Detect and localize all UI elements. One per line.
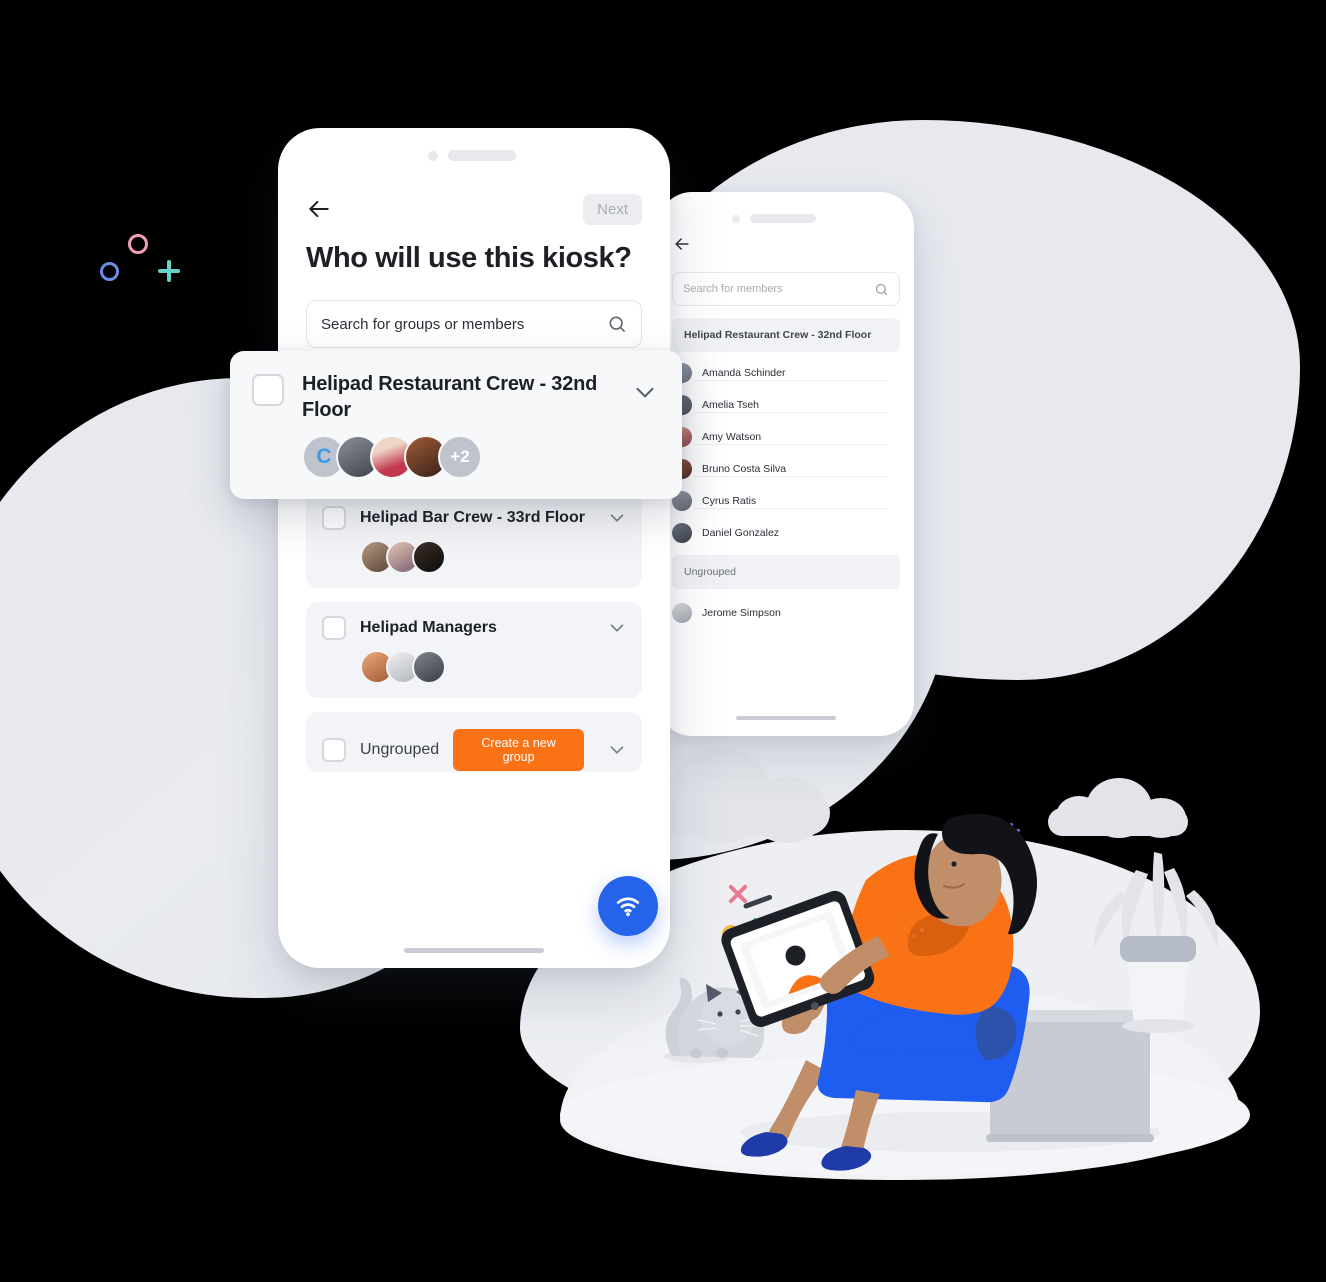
chevron-down-icon[interactable] <box>606 507 628 529</box>
group-row-managers[interactable]: Helipad Managers <box>306 602 642 698</box>
avatar <box>672 523 692 543</box>
highlighted-group-card[interactable]: Helipad Restaurant Crew - 32nd Floor C +… <box>230 351 682 499</box>
deco-ring-blue <box>100 262 119 281</box>
member-name: Cyrus Ratis <box>702 495 757 507</box>
search-value: Search for groups or members <box>321 315 525 333</box>
group-row-bar-crew[interactable]: Helipad Bar Crew - 33rd Floor <box>306 492 642 588</box>
chevron-down-icon[interactable] <box>606 739 628 761</box>
member-section-header-0: Helipad Restaurant Crew - 32nd Floor <box>672 318 900 352</box>
avatar <box>412 650 446 684</box>
speaker-bar-icon <box>448 150 516 161</box>
camera-dot-icon <box>428 150 438 161</box>
divider <box>694 412 886 413</box>
speaker-bar-icon <box>750 214 816 223</box>
divider <box>694 508 886 509</box>
back-button-secondary[interactable] <box>672 234 692 254</box>
member-name: Daniel Gonzalez <box>702 527 780 539</box>
member-name: Amanda Schinder <box>702 367 786 379</box>
avatar <box>412 540 446 574</box>
group-checkbox[interactable] <box>322 506 346 530</box>
group-avatars-highlighted: C +2 <box>302 435 660 479</box>
group-name-highlighted: Helipad Restaurant Crew - 32nd Floor <box>302 373 598 421</box>
scene: Search for members Helipad Restaurant Cr… <box>0 0 1326 1282</box>
group-checkbox-highlighted[interactable] <box>252 374 284 406</box>
next-button[interactable]: Next <box>583 194 642 225</box>
search-input-groups[interactable]: Search for groups or members <box>306 300 642 348</box>
group-name: Helipad Bar Crew - 33rd Floor <box>360 509 585 526</box>
member-row[interactable]: Amanda Schinder <box>672 357 886 389</box>
member-row[interactable]: Amelia Tseh <box>672 389 886 421</box>
arrow-left-icon <box>309 200 329 218</box>
chevron-down-icon[interactable] <box>606 617 628 639</box>
create-new-group-button[interactable]: Create a new group <box>453 729 584 771</box>
avatar-overflow: +2 <box>438 435 482 479</box>
group-row-ungrouped[interactable]: Ungrouped Create a new group <box>306 712 642 772</box>
secondary-phone: Search for members Helipad Restaurant Cr… <box>658 192 914 736</box>
member-name: Amy Watson <box>702 431 762 443</box>
back-button[interactable] <box>306 196 332 222</box>
search-placeholder-members: Search for members <box>683 283 783 295</box>
camera-dot-icon <box>732 214 740 223</box>
member-row[interactable]: Amy Watson <box>672 421 886 453</box>
member-row[interactable]: Cyrus Ratis <box>672 485 886 517</box>
group-name: Helipad Managers <box>360 619 497 636</box>
arrow-left-icon <box>675 238 689 250</box>
search-icon <box>609 316 625 332</box>
member-row[interactable]: Bruno Costa Silva <box>672 453 886 485</box>
home-indicator <box>404 948 544 953</box>
member-name: Amelia Tseh <box>702 399 760 411</box>
group-checkbox[interactable] <box>322 738 346 762</box>
member-name: Jerome Simpson <box>702 607 781 619</box>
deco-ring-pink <box>128 234 148 254</box>
search-input-members[interactable]: Search for members <box>672 272 900 306</box>
avatar <box>672 603 692 623</box>
member-row[interactable]: Daniel Gonzalez <box>672 517 886 549</box>
search-icon <box>875 283 888 295</box>
illustration-woman-with-tablet <box>664 813 1219 1171</box>
group-avatars <box>360 650 628 684</box>
group-avatars <box>360 540 628 574</box>
home-indicator <box>736 716 836 720</box>
member-row[interactable]: Jerome Simpson <box>672 597 886 629</box>
divider <box>694 476 886 477</box>
page-title: Who will use this kiosk? <box>306 242 632 274</box>
deco-plus-teal <box>158 260 180 282</box>
divider <box>694 444 886 445</box>
member-section-header-1: Ungrouped <box>672 555 900 589</box>
chevron-down-icon[interactable] <box>630 377 660 407</box>
group-checkbox[interactable] <box>322 616 346 640</box>
group-name: Ungrouped <box>360 741 440 758</box>
divider <box>694 380 886 381</box>
plant-illustration <box>1094 852 1219 1033</box>
member-name: Bruno Costa Silva <box>702 463 787 475</box>
primary-phone: Next Who will use this kiosk? Search for… <box>278 128 670 968</box>
